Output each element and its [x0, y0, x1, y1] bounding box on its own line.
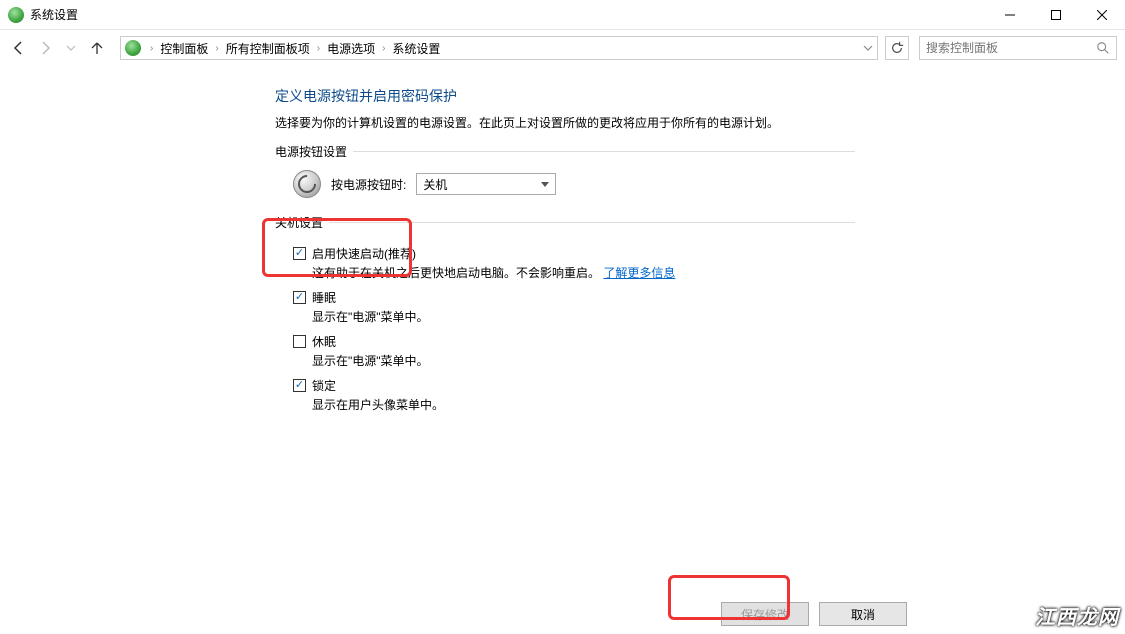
checkbox-label: 休眠 — [312, 333, 336, 350]
checkbox-row-sleep: 睡眠 — [293, 289, 1125, 306]
checkbox-fast-startup[interactable] — [293, 247, 306, 260]
checkbox-label: 启用快速启动(推荐) — [312, 245, 416, 262]
checkbox-desc: 显示在"电源"菜单中。 — [312, 308, 1125, 325]
checkbox-label: 睡眠 — [312, 289, 336, 306]
recent-dropdown-icon[interactable] — [60, 37, 82, 59]
chevron-right-icon: › — [377, 43, 390, 54]
up-button[interactable] — [86, 37, 108, 59]
refresh-button[interactable] — [885, 36, 909, 60]
power-action-dropdown[interactable]: 关机 — [416, 173, 556, 195]
chevron-right-icon: › — [145, 43, 158, 54]
save-button[interactable]: 保存修改 — [721, 602, 809, 626]
breadcrumb-item[interactable]: 电源选项 — [325, 38, 377, 59]
checkbox-lock[interactable] — [293, 379, 306, 392]
search-input[interactable] — [926, 41, 1096, 55]
checkbox-row-fast-startup: 启用快速启动(推荐) — [293, 245, 1125, 262]
main-content: 定义电源按钮并启用密码保护 选择要为你的计算机设置的电源设置。在此页上对设置所做… — [0, 66, 1125, 431]
checkbox-row-hibernate: 休眠 — [293, 333, 1125, 350]
watermark: 江西龙网 — [1035, 601, 1119, 630]
search-box[interactable] — [919, 36, 1117, 60]
navbar: › 控制面板 › 所有控制面板项 › 电源选项 › 系统设置 — [0, 30, 1125, 66]
breadcrumb-item[interactable]: 所有控制面板项 — [224, 38, 312, 59]
page-subheading: 选择要为你的计算机设置的电源设置。在此页上对设置所做的更改将应用于你所有的电源计… — [275, 114, 1125, 131]
checkbox-row-lock: 锁定 — [293, 377, 1125, 394]
checkbox-desc: 这有助于在关机之后更快地启动电脑。不会影响重启。 了解更多信息 — [312, 264, 1125, 281]
app-icon — [8, 7, 24, 23]
footer-buttons: 保存修改 取消 — [721, 602, 907, 626]
window-title: 系统设置 — [30, 6, 78, 23]
titlebar: 系统设置 — [0, 0, 1125, 30]
dropdown-selected: 关机 — [423, 176, 447, 193]
power-button-label: 按电源按钮时: — [331, 176, 406, 193]
checkbox-label: 锁定 — [312, 377, 336, 394]
breadcrumb-item[interactable]: 控制面板 — [158, 38, 210, 59]
power-icon — [293, 170, 321, 198]
checkbox-desc: 显示在"电源"菜单中。 — [312, 352, 1125, 369]
checkbox-desc: 显示在用户头像菜单中。 — [312, 396, 1125, 413]
search-icon — [1096, 41, 1110, 55]
chevron-down-icon[interactable] — [863, 43, 873, 53]
forward-button[interactable] — [34, 37, 56, 59]
cancel-button[interactable]: 取消 — [819, 602, 907, 626]
breadcrumb-item[interactable]: 系统设置 — [390, 38, 442, 59]
minimize-button[interactable] — [987, 0, 1033, 30]
page-heading: 定义电源按钮并启用密码保护 — [275, 86, 1125, 106]
maximize-button[interactable] — [1033, 0, 1079, 30]
chevron-right-icon: › — [210, 43, 223, 54]
learn-more-link[interactable]: 了解更多信息 — [603, 266, 675, 280]
shutdown-fieldset: 关机设置 启用快速启动(推荐) 这有助于在关机之后更快地启动电脑。不会影响重启。… — [275, 222, 1125, 431]
fieldset-legend: 电源按钮设置 — [275, 143, 353, 160]
back-button[interactable] — [8, 37, 30, 59]
close-button[interactable] — [1079, 0, 1125, 30]
checkbox-sleep[interactable] — [293, 291, 306, 304]
chevron-right-icon: › — [312, 43, 325, 54]
window-controls — [987, 0, 1125, 30]
breadcrumb-icon — [125, 40, 141, 56]
fieldset-legend: 关机设置 — [275, 214, 329, 231]
breadcrumb[interactable]: › 控制面板 › 所有控制面板项 › 电源选项 › 系统设置 — [120, 36, 878, 60]
power-button-fieldset: 电源按钮设置 按电源按钮时: 关机 — [275, 151, 1125, 208]
checkbox-hibernate[interactable] — [293, 335, 306, 348]
